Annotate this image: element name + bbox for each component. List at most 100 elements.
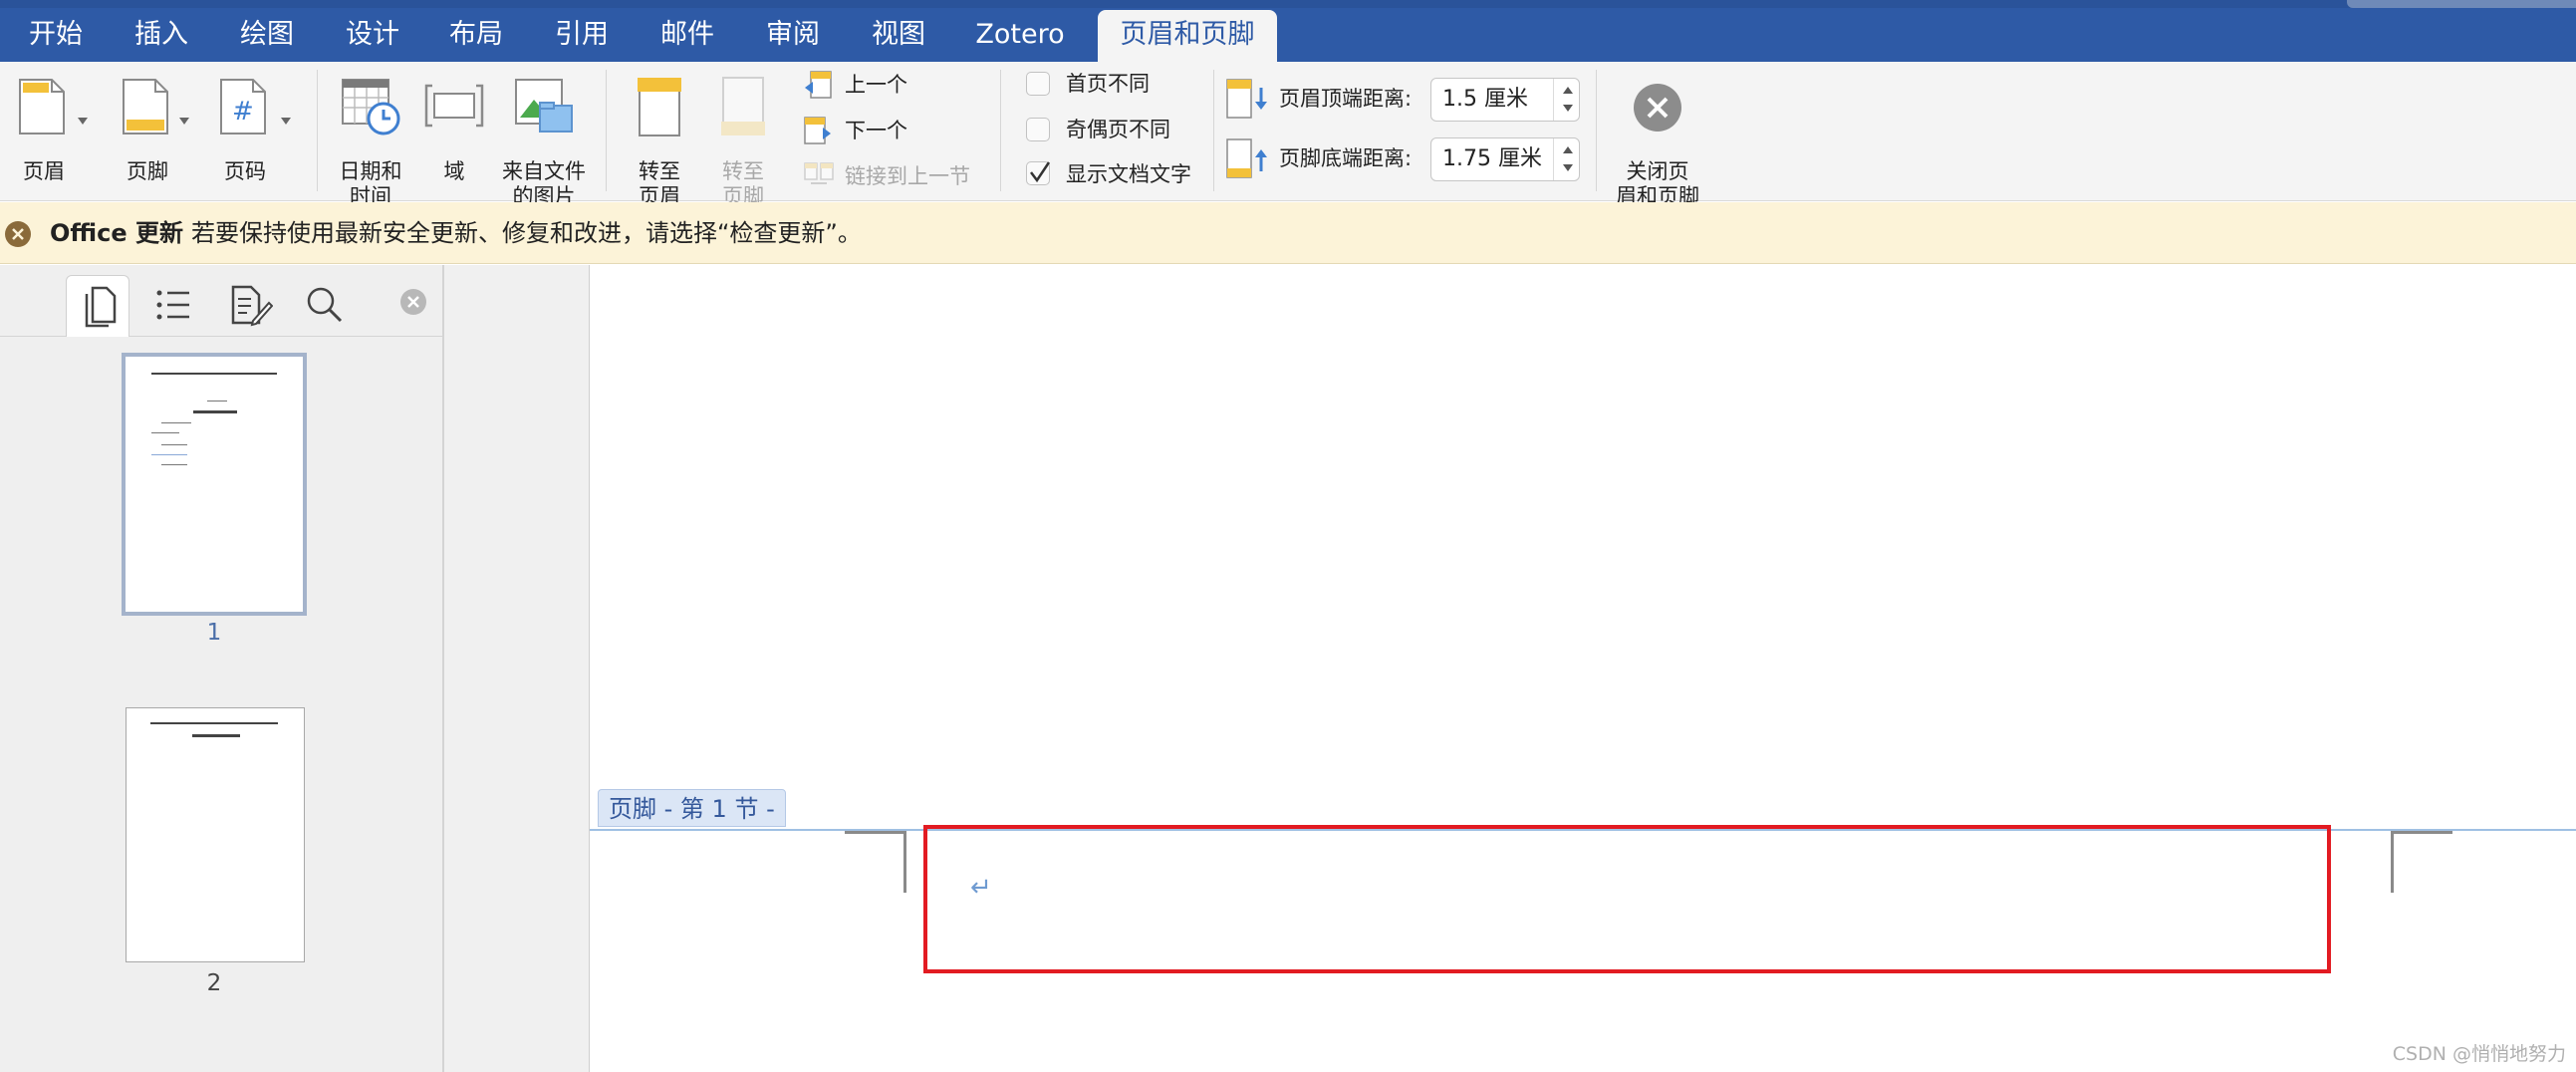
goto-header-line1: 转至 [639,159,680,183]
date-time-label-line1: 日期和 [339,159,402,183]
link-to-previous-label: 链接到上一节 [845,164,970,188]
footer-section-label: 页脚 - 第 1 节 - [598,789,786,827]
stepper-down-icon[interactable] [1563,164,1573,171]
navigation-pane-tabs [0,265,442,337]
close-pane-icon[interactable] [398,287,428,317]
next-section-icon [804,117,831,144]
page-number-icon: # [220,79,266,134]
close-label-line1: 关闭页 [1626,159,1689,183]
previous-label: 上一个 [845,73,907,97]
footer-from-bottom-input[interactable]: 1.75 厘米 [1430,137,1580,181]
close-header-footer-button[interactable]: 关闭页 眉和页脚 [1610,76,1705,208]
header-dropdown-icon[interactable] [78,118,88,125]
tab-thumbnails[interactable] [66,275,129,337]
different-first-page-checkbox[interactable] [1026,72,1050,96]
header-button[interactable]: 页眉 [14,78,88,197]
tab-zotero[interactable]: Zotero [958,12,1082,58]
outline-icon [156,290,189,320]
goto-header-button[interactable]: 转至 页眉 [622,76,697,208]
header-from-top-label: 页眉顶端距离: [1279,87,1413,111]
thumbnail-text-line [161,422,191,423]
separator [1213,70,1214,191]
tab-review[interactable]: 审阅 [747,12,839,58]
stepper-up-icon[interactable] [1563,146,1573,153]
stepper-up-icon[interactable] [1563,87,1573,94]
tab-references[interactable]: 引用 [536,12,628,58]
header-label: 页眉 [23,159,65,183]
thumbnail-text-line [151,432,179,433]
paragraph-mark: ↵ [970,873,992,903]
footer-button[interactable]: 页脚 [118,78,197,197]
footer-from-bottom-value: 1.75 厘米 [1442,146,1542,171]
footer-from-bottom-label: 页脚底端距离: [1279,146,1413,170]
footer-area-highlight[interactable] [923,825,2331,973]
watermark: CSDN @悄悄地努力 [2392,1043,2566,1065]
review-icon [231,285,273,327]
thumbnail-header-line [150,722,278,724]
footer-dropdown-icon[interactable] [179,118,189,125]
thumbnails-icon [85,286,117,328]
tab-review[interactable] [217,275,281,337]
link-to-previous-button[interactable]: 链接到上一节 [803,159,992,195]
different-odd-even-checkbox[interactable] [1026,118,1050,141]
separator [606,70,607,191]
page-number-label: 页码 [224,159,266,183]
goto-header-icon [638,78,681,136]
ribbon-tab-bar: 开始 插入 绘图 设计 布局 引用 邮件 审阅 视图 Zotero 页眉和页脚 [0,0,2576,62]
thumbnail-text-line [161,444,187,445]
canvas-margin [444,265,590,1072]
update-message: 若要保持使用最新安全更新、修复和改进，请选择“检查更新”。 [191,219,862,247]
picture-label-line1: 来自文件 [502,159,586,183]
account-area[interactable] [2347,0,2576,8]
different-odd-even-label: 奇偶页不同 [1066,118,1170,141]
tab-mailings[interactable]: 邮件 [642,12,733,58]
next-button[interactable]: 下一个 [803,114,962,149]
page-thumbnail-1[interactable] [122,353,307,616]
thumbnail-text-line [207,401,227,402]
tab-home[interactable]: 开始 [10,12,102,58]
date-time-button[interactable]: 日期和 时间 [331,76,410,208]
footer-position-icon [1226,138,1267,178]
title-strip [0,0,2576,8]
ribbon-toolbar: 页眉 页脚 # 页码 日期和 时间 域 来自文件 的图片 转至 页眉 转至 页脚… [0,62,2576,208]
next-label: 下一个 [845,119,907,142]
header-icon [19,79,65,134]
tab-layout[interactable]: 布局 [430,12,522,58]
goto-footer-line1: 转至 [722,159,764,183]
header-from-top-stepper[interactable] [1553,79,1579,121]
show-document-text-checkbox[interactable] [1026,161,1051,185]
left-margin-corner-mark [845,831,906,893]
tab-outline[interactable] [141,275,205,337]
separator [1596,70,1597,191]
tab-view[interactable]: 视图 [853,12,944,58]
header-position-icon [1226,79,1267,119]
field-button[interactable]: 域 [418,76,488,199]
search-icon [307,287,343,323]
page-number-button[interactable]: # 页码 [215,78,299,197]
tab-insert[interactable]: 插入 [116,12,207,58]
calendar-clock-icon [342,79,400,135]
tab-search[interactable] [293,275,357,337]
right-margin-corner-mark [2391,831,2452,893]
thumbnail-header-line [151,373,277,375]
svg-text:#: # [232,97,254,127]
previous-button[interactable]: 上一个 [803,68,962,104]
separator [317,70,318,191]
show-document-text-label: 显示文档文字 [1066,162,1191,186]
update-title: Office 更新 [50,219,184,247]
stepper-down-icon[interactable] [1563,105,1573,112]
goto-footer-button[interactable]: 转至 页脚 [705,76,781,208]
header-from-top-input[interactable]: 1.5 厘米 [1430,78,1580,122]
picture-from-file-button[interactable]: 来自文件 的图片 [496,76,592,208]
picture-icon [515,79,573,133]
page-number-dropdown-icon[interactable] [281,118,291,125]
header-from-top-value: 1.5 厘米 [1442,87,1528,112]
different-first-page-label: 首页不同 [1066,72,1150,96]
close-icon [1634,84,1681,132]
tab-header-footer[interactable]: 页眉和页脚 [1098,10,1277,62]
tab-draw[interactable]: 绘图 [221,12,313,58]
page-thumbnail-2[interactable] [126,707,305,962]
tab-design[interactable]: 设计 [327,12,418,58]
footer-from-bottom-stepper[interactable] [1553,138,1579,180]
dismiss-icon[interactable] [4,220,32,248]
